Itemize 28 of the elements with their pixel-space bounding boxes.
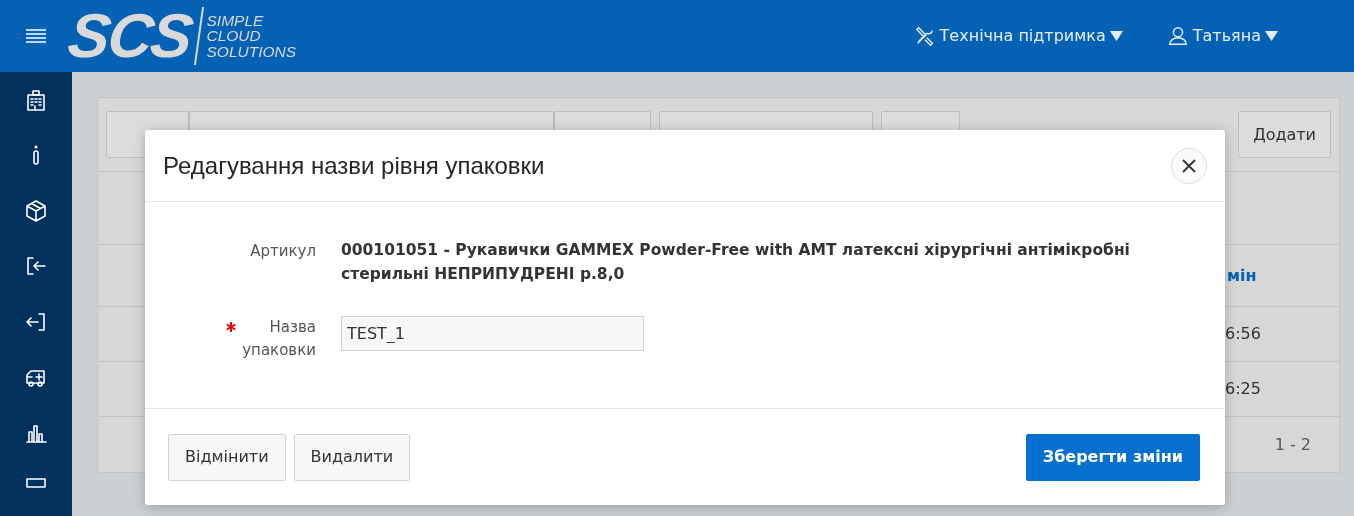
tools-icon bbox=[913, 25, 936, 47]
user-icon bbox=[1166, 25, 1189, 47]
dialog-title: Редагування назви рівня упаковки bbox=[163, 150, 545, 181]
box-icon[interactable] bbox=[24, 198, 48, 223]
menu-dropdown[interactable]: Технічна підтримка bbox=[913, 24, 1123, 48]
close-icon bbox=[1182, 158, 1196, 173]
save-button[interactable]: Зберегти зміни bbox=[1025, 433, 1200, 481]
caret-icon bbox=[1109, 31, 1123, 41]
close-button[interactable] bbox=[1171, 147, 1207, 184]
dialog-button[interactable]: Видалити bbox=[293, 433, 411, 481]
table-cell-text: 6:56 bbox=[1225, 323, 1261, 345]
pagination-text: 1 - 2 bbox=[1274, 433, 1311, 456]
logo-text: CLOUD bbox=[206, 28, 262, 44]
add-button[interactable]: Додати bbox=[1238, 111, 1331, 158]
building-icon[interactable] bbox=[24, 87, 48, 112]
logo-text: SOLUTIONS bbox=[206, 43, 297, 60]
table-cell-text: 6:25 bbox=[1225, 378, 1261, 400]
logo-text: SIMPLE bbox=[206, 12, 265, 29]
field-label: Назва упаковки bbox=[242, 317, 316, 361]
logo-mark: SCS bbox=[64, 5, 195, 67]
caret-icon bbox=[1265, 31, 1278, 41]
dialog-button[interactable]: Відмінити bbox=[168, 433, 286, 481]
column-header[interactable]: мін bbox=[1227, 263, 1257, 288]
field-label: Артикул bbox=[250, 241, 316, 262]
menu-icon[interactable] bbox=[25, 29, 47, 43]
input-field[interactable]: TEST_1 bbox=[341, 316, 644, 352]
field-value: 000101051 - Рукавички GAMMEX Powder-Free with AMT латексні хірургічні антімікробні стерильні НЕПРИПУДРЕНІ р.8,0 bbox=[341, 240, 1131, 285]
menu-dropdown[interactable]: Татьяна bbox=[1166, 24, 1278, 48]
